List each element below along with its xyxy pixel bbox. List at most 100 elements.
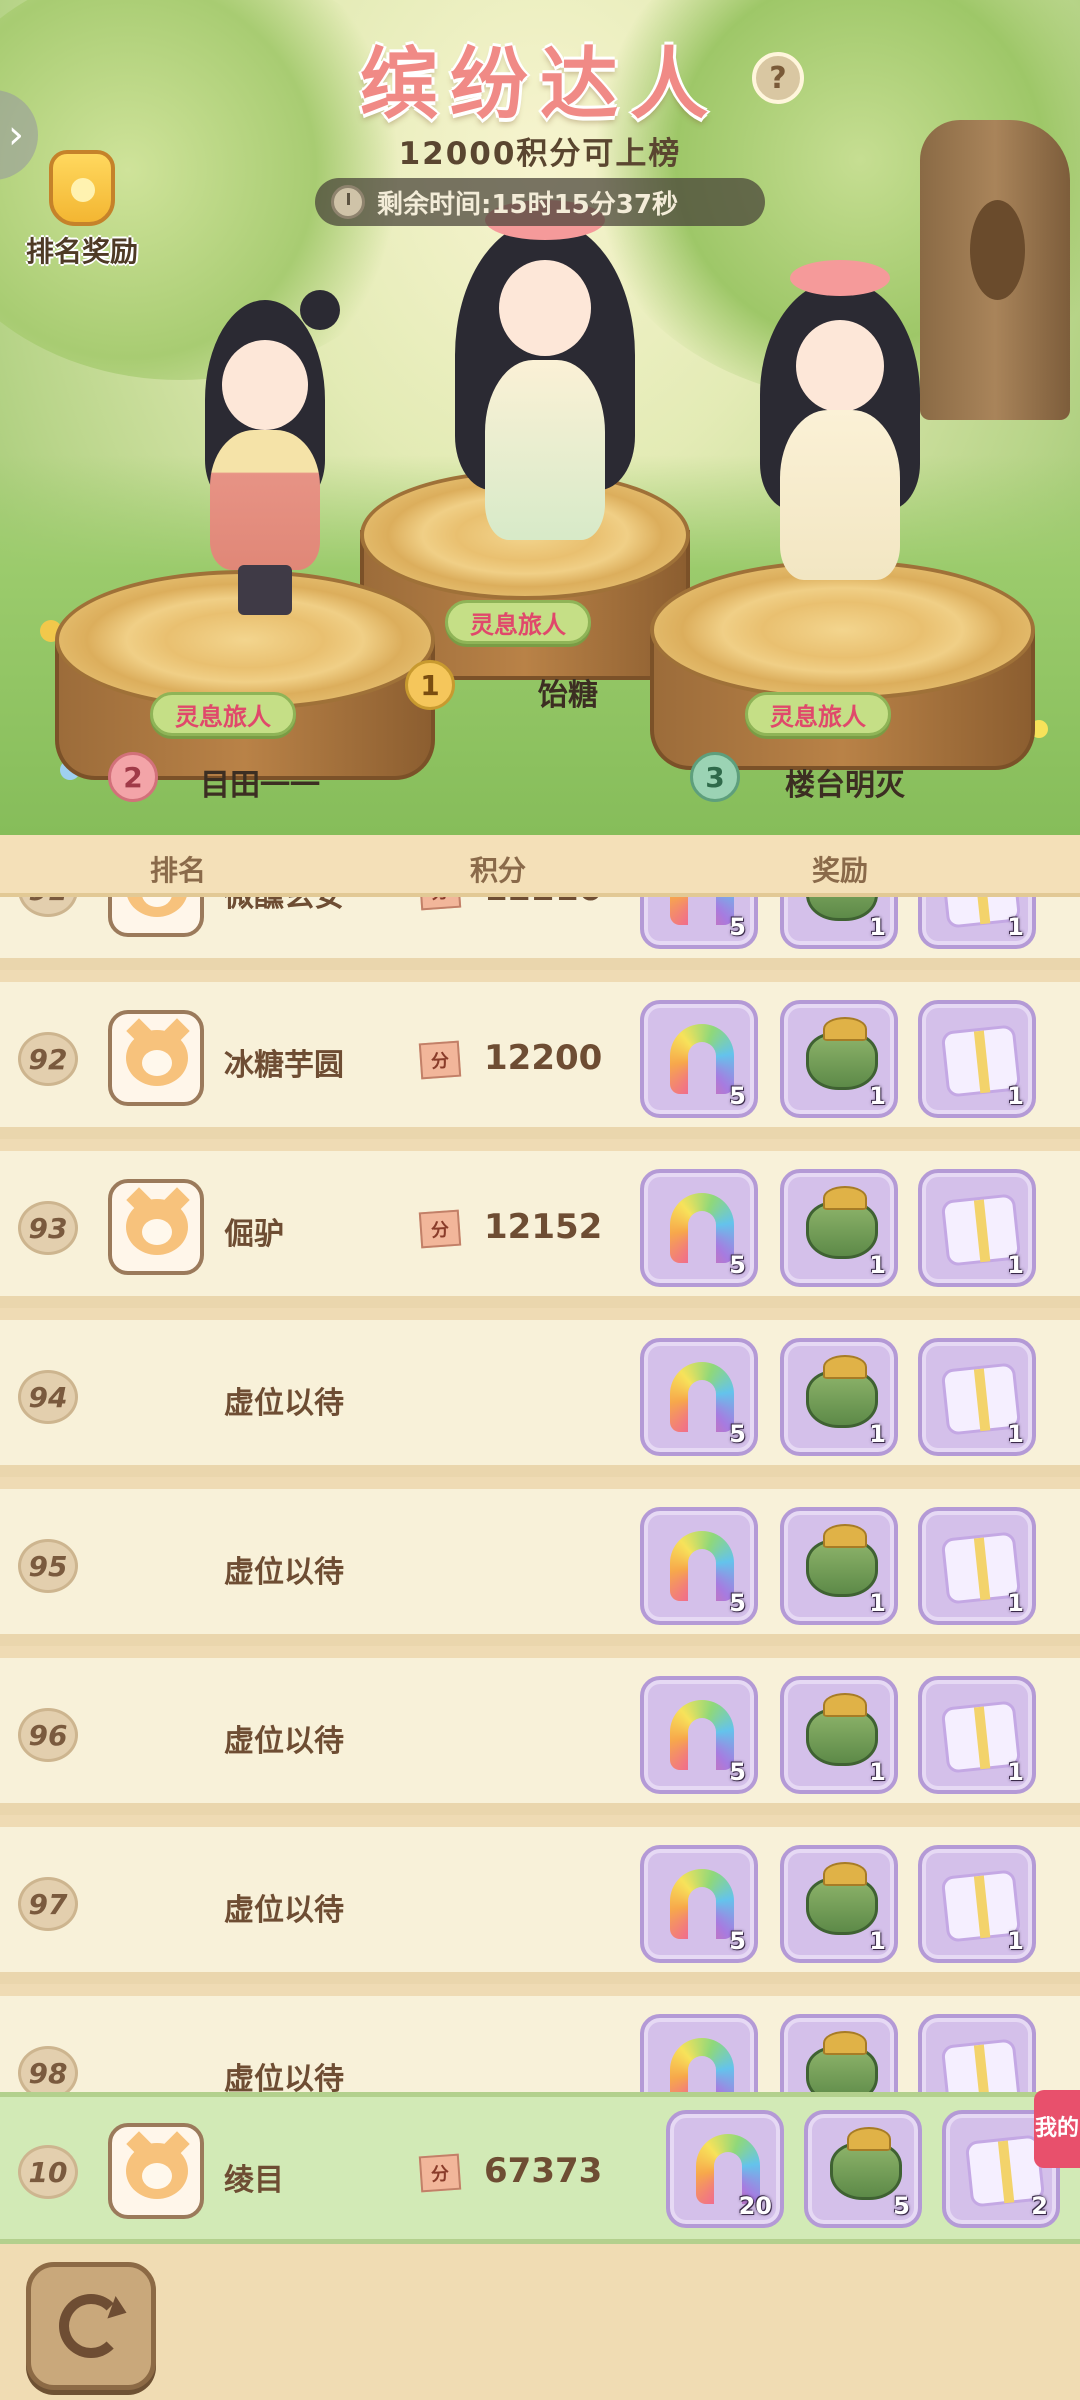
player-score: 12152 (484, 1207, 603, 1247)
rainbow-magnet-icon[interactable]: 5 (640, 1000, 758, 1118)
podium-title-tag-3: 灵息旅人 (745, 692, 891, 736)
gift-box-icon[interactable]: 1 (918, 1338, 1036, 1456)
player-name: 倔驴 (224, 1217, 284, 1252)
event-title: 缤纷达人 (359, 40, 720, 130)
jade-pot-icon[interactable]: 5 (804, 2110, 922, 2228)
leaderboard-list[interactable]: 91分12210微醺玄安51192分12200冰糖芋圆51193分12152倔驴… (0, 897, 1080, 2092)
reward-count: 1 (1007, 1758, 1024, 1786)
score-icon: 分 (418, 1040, 462, 1080)
gift-box-icon[interactable]: 1 (918, 1507, 1036, 1625)
rainbow-magnet-icon[interactable]: 5 (640, 1676, 758, 1794)
player-name: 虚位以待 (224, 1555, 344, 1590)
gift-box-icon[interactable]: 1 (918, 1169, 1036, 1287)
bottom-bar (0, 2244, 1080, 2400)
character-rank-3[interactable] (760, 260, 920, 590)
col-score: 积分 (470, 854, 527, 887)
help-button[interactable]: ? (752, 52, 804, 104)
reward-count: 5 (729, 1082, 746, 1110)
character-rank-2[interactable] (190, 290, 340, 630)
col-reward: 奖励 (812, 854, 869, 887)
rank-badge: 95 (18, 1539, 78, 1593)
reward-count: 1 (869, 1082, 886, 1110)
back-button[interactable] (26, 2262, 156, 2390)
score-icon: 分 (418, 897, 462, 911)
reward-count: 5 (729, 913, 746, 941)
player-avatar[interactable] (108, 897, 204, 937)
reward-count: 5 (729, 1420, 746, 1448)
player-score: 12210 (484, 897, 602, 909)
table-row: 97 虚位以待 5 1 1 (0, 1827, 1080, 1984)
reward-count: 5 (729, 1758, 746, 1786)
gift-box-icon[interactable]: 1 (918, 897, 1036, 949)
col-rank: 排名 (150, 854, 207, 887)
player-score: 12200 (484, 1038, 603, 1078)
timer-text: 剩余时间:15时15分37秒 (377, 189, 678, 220)
rainbow-magnet-icon[interactable]: 5 (640, 897, 758, 949)
player-name: 虚位以待 (224, 1386, 344, 1421)
rank-badge: 93 (18, 1201, 78, 1255)
rank-badge: 92 (18, 1032, 78, 1086)
rank-badge: 96 (18, 1708, 78, 1762)
player-name: 微醺玄安 (224, 897, 344, 915)
reward-count: 5 (729, 1927, 746, 1955)
rainbow-magnet-icon[interactable]: 5 (640, 1845, 758, 1963)
rainbow-magnet-icon[interactable]: 5 (640, 1507, 758, 1625)
podium-stump-3 (650, 560, 1035, 780)
podium-title-tag-2: 灵息旅人 (150, 692, 296, 736)
gift-box-icon[interactable]: 1 (918, 1676, 1036, 1794)
jade-pot-icon[interactable]: 1 (780, 1338, 898, 1456)
threshold-text: 12000积分可上榜 (398, 136, 682, 172)
my-rank-badge: 10 (18, 2145, 78, 2199)
rank-reward-label: 排名奖励 (25, 235, 138, 268)
table-row: 98虚位以待511 (0, 1996, 1080, 2092)
reward-count: 5 (729, 1589, 746, 1617)
jade-pot-icon[interactable]: 1 (780, 1507, 898, 1625)
rank-reward-button[interactable]: 排名奖励 (12, 150, 152, 270)
jade-pot-icon[interactable]: 1 (780, 897, 898, 949)
reward-count: 1 (1007, 1251, 1024, 1279)
rainbow-magnet-icon[interactable]: 5 (640, 1338, 758, 1456)
table-row: 91 分 12210 微醺玄安 5 1 1 (0, 897, 1080, 970)
table-row: 96 虚位以待 5 1 1 (0, 1658, 1080, 1815)
my-score: 67373 (484, 2151, 603, 2191)
reward-count: 1 (869, 913, 886, 941)
jade-pot-icon[interactable]: 1 (780, 1000, 898, 1118)
reward-count: 1 (869, 1927, 886, 1955)
gift-box-icon[interactable]: 1 (918, 1000, 1036, 1118)
reward-count: 1 (1007, 1589, 1024, 1617)
table-header: 排名 积分 奖励 (0, 835, 1080, 897)
reward-count: 1 (869, 1589, 886, 1617)
my-reward-strip: 20 5 2 (636, 2108, 1080, 2232)
my-avatar[interactable] (108, 2123, 204, 2219)
player-name: 虚位以待 (224, 1724, 344, 1759)
reward-count: 1 (869, 1251, 886, 1279)
reward-count: 1 (1007, 913, 1024, 941)
jade-pot-icon[interactable]: 1 (780, 1845, 898, 1963)
table-row: 92 分 12200 冰糖芋圆 5 1 1 (0, 982, 1080, 1139)
jade-pot-icon[interactable]: 1 (780, 1676, 898, 1794)
podium-name-1: 饴糖 (538, 678, 598, 713)
reward-pouch-icon (49, 150, 115, 226)
character-rank-1[interactable] (455, 200, 635, 540)
gift-box-icon[interactable]: 1 (918, 1845, 1036, 1963)
reward-count: 1 (1007, 1927, 1024, 1955)
rainbow-magnet-icon[interactable]: 20 (666, 2110, 784, 2228)
rank-badge-3: 3 (690, 752, 740, 802)
rank-badge: 98 (18, 2046, 78, 2092)
jade-pot-icon[interactable]: 1 (780, 1169, 898, 1287)
rainbow-magnet-icon[interactable]: 5 (640, 2014, 758, 2092)
table-row: 94 虚位以待 5 1 1 (0, 1320, 1080, 1477)
tree-hole (970, 200, 1025, 300)
gift-box-icon[interactable]: 1 (918, 2014, 1036, 2092)
reward-count: 1 (869, 1420, 886, 1448)
reward-count: 5 (729, 1251, 746, 1279)
jade-pot-icon[interactable]: 1 (780, 2014, 898, 2092)
rank-badge: 94 (18, 1370, 78, 1424)
score-icon: 分 (418, 2153, 462, 2193)
player-avatar[interactable] (108, 1010, 204, 1106)
player-avatar[interactable] (108, 1179, 204, 1275)
rainbow-magnet-icon[interactable]: 5 (640, 1169, 758, 1287)
podium-title-tag-1: 灵息旅人 (445, 600, 591, 644)
reward-count: 1 (869, 1758, 886, 1786)
rank-badge-1: 1 (405, 660, 455, 710)
